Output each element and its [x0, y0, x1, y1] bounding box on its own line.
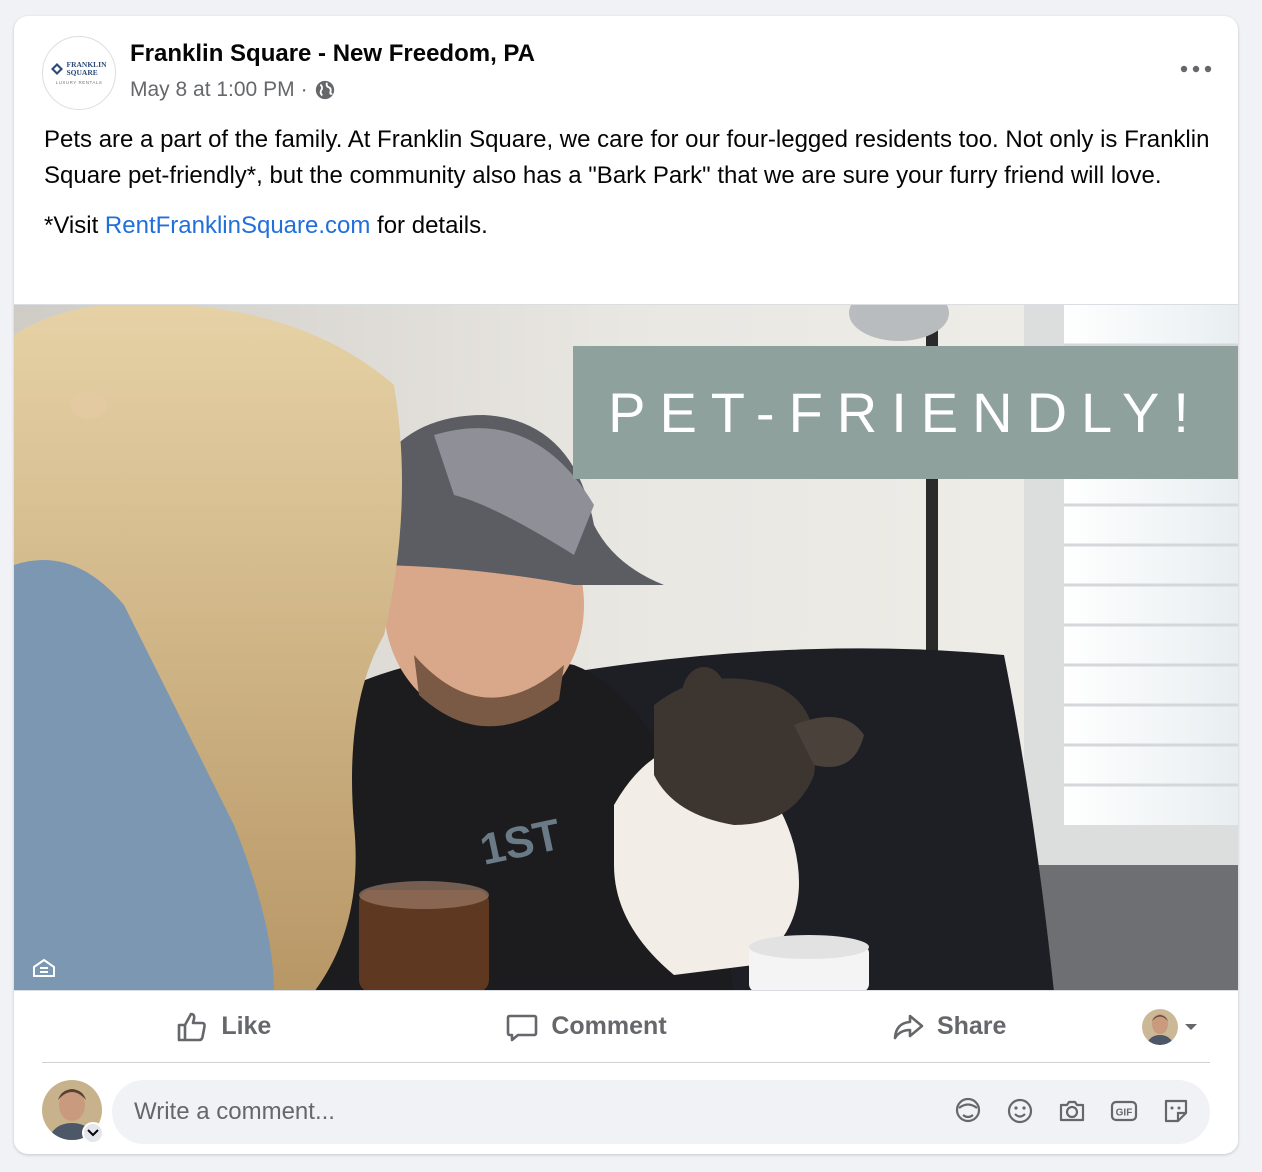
user-photo: [1142, 1008, 1179, 1045]
svg-text:GIF: GIF: [1116, 1108, 1133, 1119]
comment-label: Comment: [551, 1012, 667, 1040]
page-logo: FRANKLIN SQUARE: [51, 61, 107, 77]
like-label: Like: [221, 1012, 272, 1040]
post-visit-line: *Visit RentFranklinSquare.com for detail…: [44, 208, 1214, 244]
sticker-icon: [1164, 1099, 1188, 1123]
share-icon: [893, 1014, 924, 1039]
profile-switcher[interactable]: [82, 1122, 104, 1144]
page-name-link[interactable]: Franklin Square - New Freedom, PA: [130, 40, 535, 68]
avatar-sticker-icon: [955, 1097, 981, 1123]
pet-friendly-banner: PET-FRIENDLY!: [573, 346, 1238, 479]
share-label: Share: [936, 1012, 1007, 1040]
visit-suffix: for details.: [370, 212, 488, 239]
post-paragraph: Pets are a part of the family. At Frankl…: [44, 126, 1210, 189]
like-button[interactable]: Like: [42, 999, 405, 1055]
comment-input[interactable]: [134, 1098, 914, 1126]
comment-button[interactable]: Comment: [405, 999, 768, 1055]
comment-box[interactable]: GIF: [112, 1080, 1210, 1144]
chevron-down-icon: [87, 1129, 99, 1137]
comment-icon: [507, 1014, 538, 1041]
chevron-down-icon: [1185, 1023, 1198, 1030]
equal-housing-icon: [33, 958, 55, 977]
more-options-button[interactable]: [1172, 48, 1220, 90]
comment-tools: GIF: [952, 1095, 1192, 1127]
photo-button[interactable]: [1056, 1095, 1088, 1127]
comment-composer: GIF: [42, 1080, 1210, 1144]
post-actions-bar: Like Comment Share: [42, 991, 1210, 1063]
more-horizontal-icon: [1180, 65, 1212, 73]
post-text: Pets are a part of the family. At Frankl…: [44, 122, 1214, 244]
thumbs-up-icon: [178, 1012, 207, 1041]
post-card: FRANKLIN SQUARE LUXURY RENTALS Franklin …: [14, 16, 1238, 1154]
react-as-selector[interactable]: [1130, 1008, 1210, 1045]
sticker-button[interactable]: [1160, 1095, 1192, 1127]
visit-prefix: *Visit: [44, 212, 105, 239]
globe-icon[interactable]: [314, 79, 336, 101]
post-timestamp[interactable]: May 8 at 1:00 PM: [130, 78, 295, 102]
avatar-sticker-button[interactable]: [952, 1095, 984, 1127]
gif-icon: GIF: [1110, 1100, 1138, 1122]
page-avatar[interactable]: FRANKLIN SQUARE LUXURY RENTALS: [42, 36, 116, 110]
avatar: [1142, 1008, 1179, 1045]
logo-line-2: SQUARE: [66, 68, 98, 77]
logo-tagline: LUXURY RENTALS: [55, 80, 103, 85]
logo-mark-icon: [51, 63, 64, 75]
emoji-icon: [1007, 1098, 1033, 1124]
website-link[interactable]: RentFranklinSquare.com: [105, 212, 370, 239]
emoji-button[interactable]: [1004, 1095, 1036, 1127]
camera-icon: [1059, 1100, 1085, 1122]
meta-separator: ·: [300, 78, 308, 101]
gif-button[interactable]: GIF: [1108, 1095, 1140, 1127]
post-meta: May 8 at 1:00 PM ·: [130, 78, 336, 102]
post-photo[interactable]: 1ST PET-FRIENDLY!: [14, 304, 1238, 991]
share-button[interactable]: Share: [767, 999, 1130, 1055]
